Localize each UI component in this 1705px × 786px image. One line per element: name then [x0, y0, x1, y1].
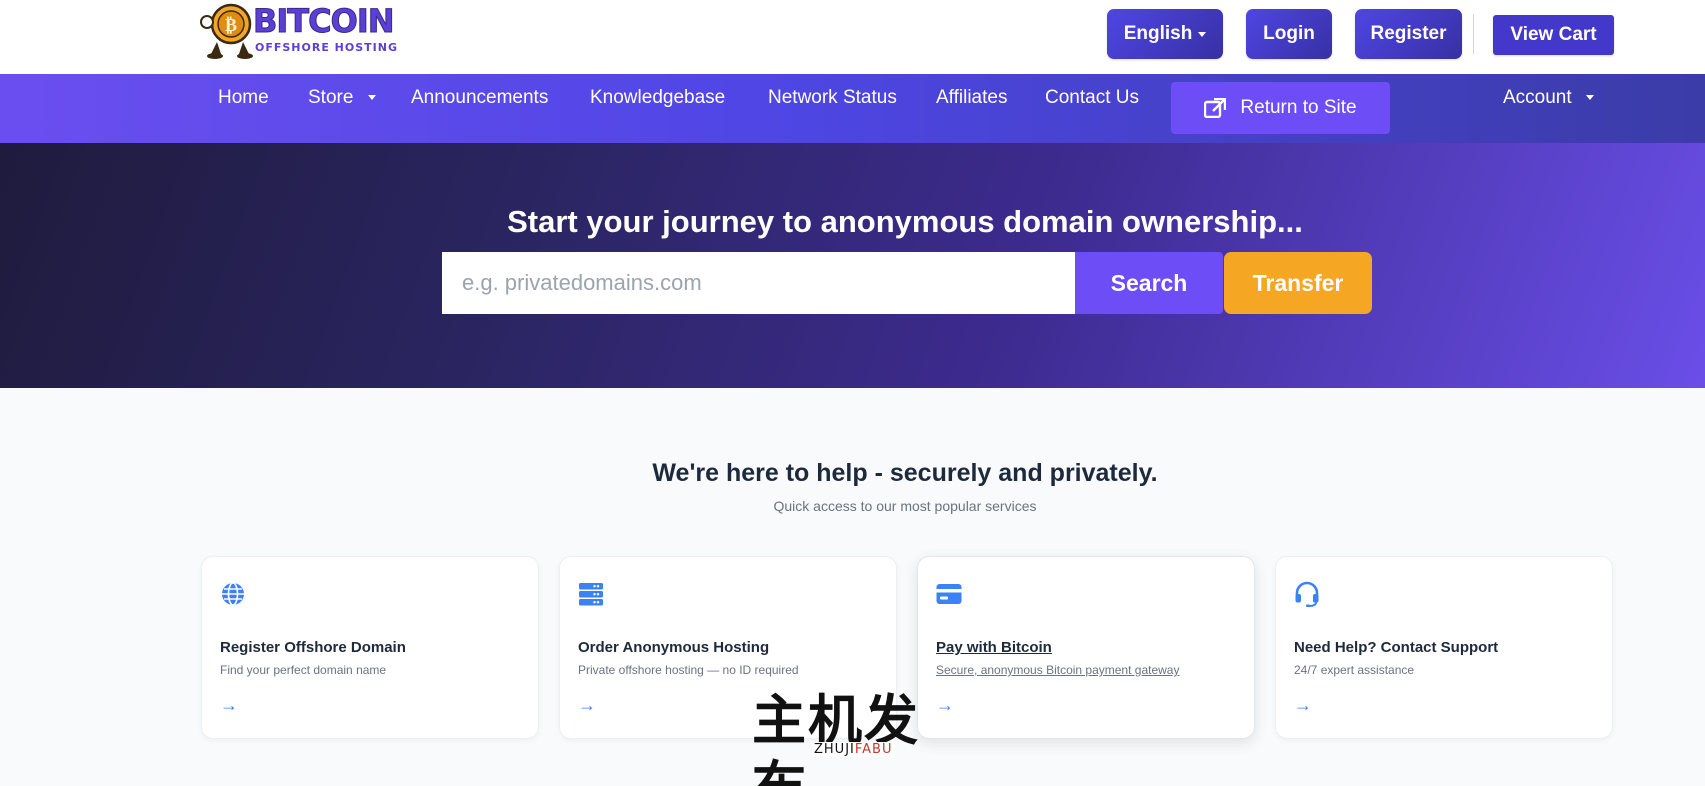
- login-button[interactable]: Login: [1246, 9, 1332, 59]
- help-section-subtitle: Quick access to our most popular service…: [773, 498, 1037, 514]
- main-navbar: Home Store Announcements Knowledgebase N…: [0, 74, 1705, 143]
- domain-search-hero: Start your journey to anonymous domain o…: [0, 143, 1705, 388]
- chevron-down-icon: [367, 95, 376, 101]
- return-to-site-label: Return to Site: [1240, 97, 1357, 118]
- nav-item-contact-us[interactable]: Contact Us: [1045, 85, 1139, 111]
- chevron-down-icon: [1198, 31, 1207, 37]
- watermark-chinese-text: 主机发布: [752, 689, 920, 786]
- nav-item-affiliates[interactable]: Affiliates: [936, 85, 1007, 111]
- watermark: 主机发布 ZHUJIFABU: [752, 689, 958, 786]
- header-divider: [1473, 14, 1474, 54]
- headset-icon: [1295, 581, 1319, 607]
- external-link-icon: [1204, 98, 1227, 118]
- service-card-contact-support[interactable]: Need Help? Contact Support 24/7 expert a…: [1275, 556, 1613, 739]
- site-logo[interactable]: ₿ BITCOIN OFFSHORE HOSTING: [199, 2, 399, 60]
- search-button-label: Search: [1110, 269, 1188, 296]
- nav-item-announcements[interactable]: Announcements: [411, 85, 548, 111]
- card-description: Private offshore hosting — no ID require…: [578, 663, 799, 677]
- site-header: ₿ BITCOIN OFFSHORE HOSTING English Login…: [0, 0, 1705, 74]
- nav-item-account[interactable]: Account: [1503, 85, 1594, 111]
- service-card-pay-bitcoin[interactable]: Pay with Bitcoin Secure, anonymous Bitco…: [917, 556, 1255, 739]
- view-cart-label: View Cart: [1510, 24, 1597, 45]
- transfer-button-label: Transfer: [1252, 269, 1344, 296]
- card-title: Pay with Bitcoin: [936, 639, 1052, 656]
- svg-text:₿: ₿: [225, 15, 237, 36]
- arrow-right-icon[interactable]: →: [578, 695, 596, 716]
- help-section-title: We're here to help - securely and privat…: [652, 459, 1158, 487]
- arrow-right-icon[interactable]: →: [220, 695, 238, 716]
- watermark-latin-b: FABU: [854, 742, 893, 757]
- register-label: Register: [1370, 23, 1447, 44]
- chevron-down-icon: [1585, 95, 1594, 101]
- logo-tagline: OFFSHORE HOSTING: [255, 41, 398, 54]
- card-description: Find your perfect domain name: [220, 663, 387, 677]
- arrow-right-icon[interactable]: →: [1294, 695, 1312, 716]
- card-title: Register Offshore Domain: [220, 639, 406, 656]
- nav-item-home[interactable]: Home: [218, 85, 269, 111]
- register-button[interactable]: Register: [1355, 9, 1462, 59]
- logo-wordmark: BITCOIN: [253, 2, 395, 41]
- login-label: Login: [1263, 23, 1315, 44]
- server-icon: [579, 583, 603, 606]
- nav-item-network-status[interactable]: Network Status: [768, 85, 897, 111]
- watermark-latin-text: ZHUJIFABU: [812, 742, 895, 757]
- transfer-button[interactable]: Transfer: [1224, 252, 1372, 314]
- view-cart-button[interactable]: View Cart: [1493, 15, 1614, 55]
- card-description: Secure, anonymous Bitcoin payment gatewa…: [936, 663, 1180, 677]
- hero-title: Start your journey to anonymous domain o…: [507, 204, 1303, 239]
- language-label: English: [1123, 23, 1193, 44]
- watermark-latin-a: ZHUJI: [814, 742, 855, 757]
- mascot-coin-icon: ₿: [200, 3, 253, 59]
- nav-item-store[interactable]: Store: [308, 85, 376, 111]
- service-card-register-domain[interactable]: Register Offshore Domain Find your perfe…: [201, 556, 539, 739]
- language-dropdown-button[interactable]: English: [1107, 9, 1223, 59]
- return-to-site-button[interactable]: Return to Site: [1171, 82, 1390, 134]
- domain-search-input[interactable]: [442, 252, 1076, 314]
- globe-icon: [222, 582, 244, 606]
- card-title: Need Help? Contact Support: [1294, 639, 1499, 656]
- nav-item-store-label: Store: [308, 87, 354, 108]
- nav-item-account-label: Account: [1503, 87, 1572, 108]
- card-description: 24/7 expert assistance: [1294, 663, 1415, 677]
- credit-card-icon: [936, 584, 962, 604]
- card-title: Order Anonymous Hosting: [578, 639, 770, 656]
- search-button[interactable]: Search: [1075, 252, 1223, 314]
- nav-item-knowledgebase[interactable]: Knowledgebase: [590, 85, 725, 111]
